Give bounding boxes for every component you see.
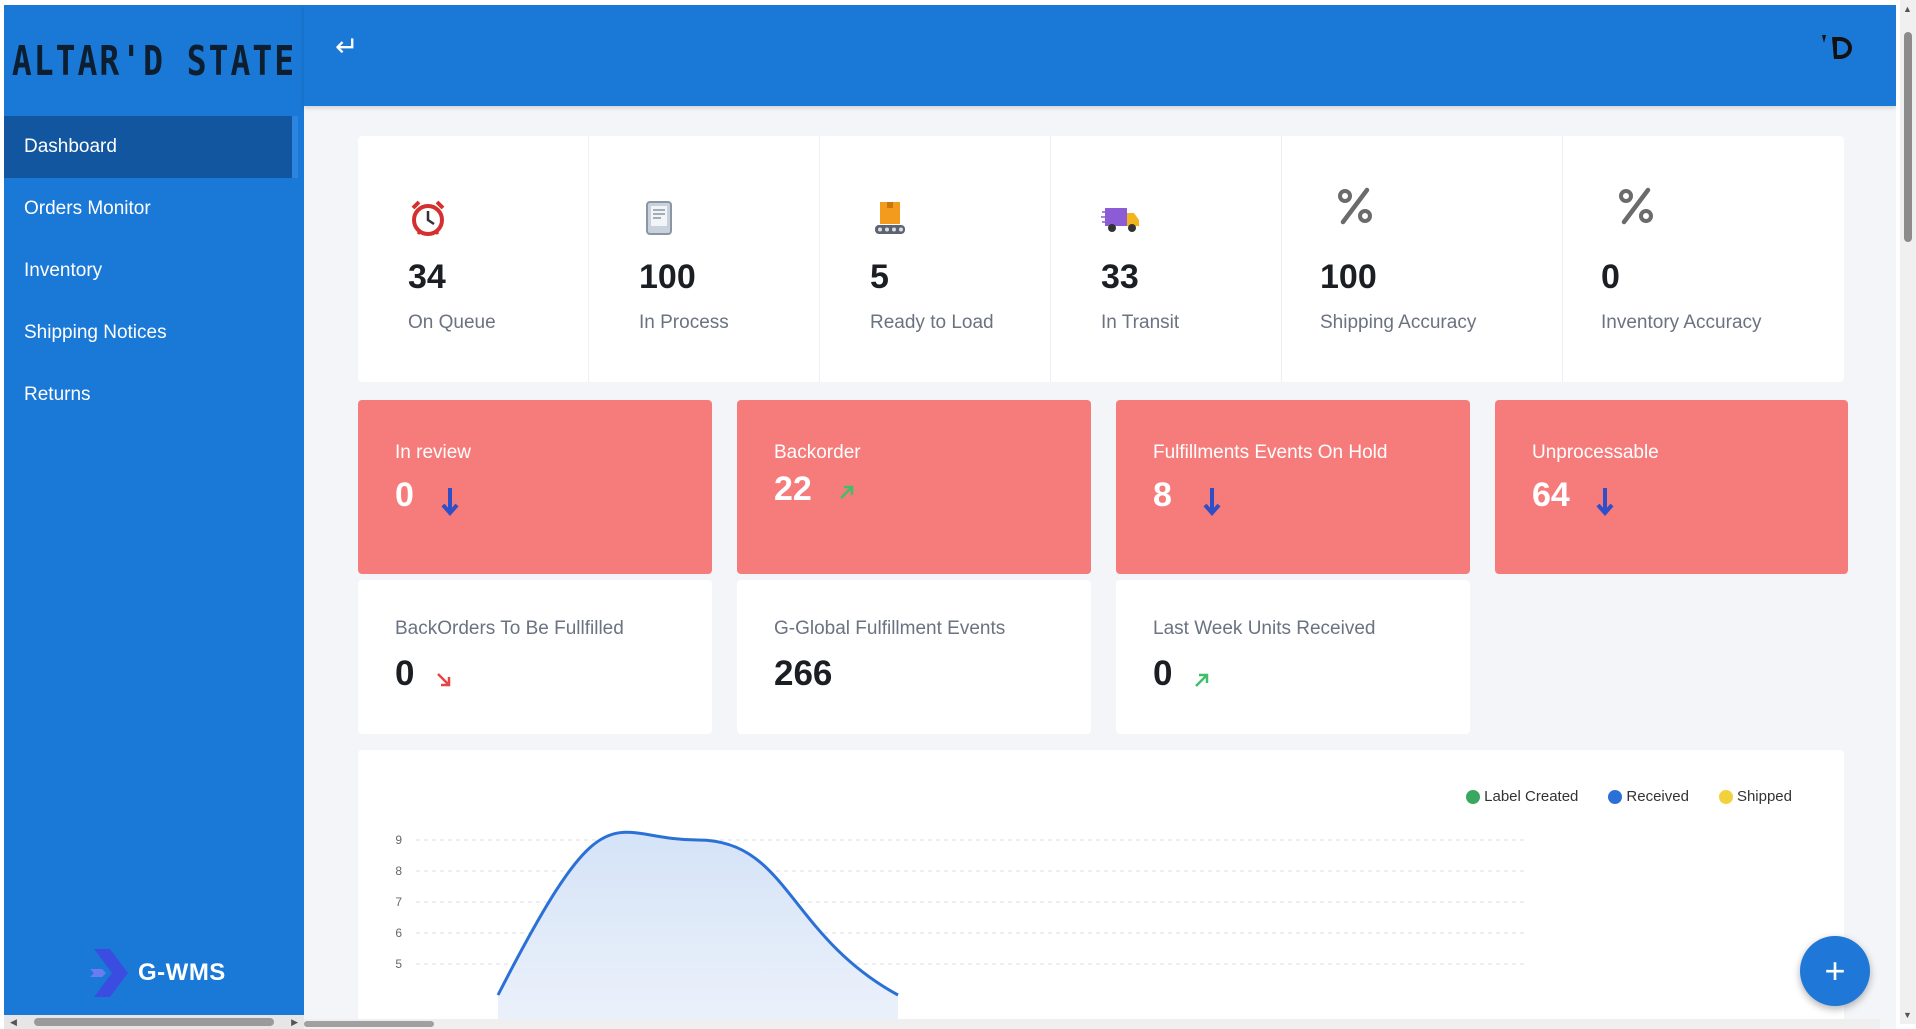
scroll-up-icon[interactable]: ▲ [1903,4,1912,14]
alert-card-fulfillments-on-hold[interactable]: Fulfillments Events On Hold 8 [1116,400,1470,574]
alert-card-title: Backorder [774,442,861,463]
stat-value: 100 [1320,258,1377,296]
percent-icon [1338,187,1372,225]
arrow-up-right-icon [840,485,854,499]
chart-y-tick-label: 6 [395,926,402,940]
sidebar-item-dashboard[interactable]: Dashboard [4,116,298,178]
arrow-down-icon [1596,488,1614,517]
info-card-backorders-to-fulfill[interactable]: BackOrders To Be Fullfilled 0 [358,580,712,734]
alert-card-value: 64 [1532,476,1570,514]
stat-on-queue[interactable]: 34 On Queue [358,136,589,382]
stat-value: 100 [639,258,696,296]
info-card-last-week-units-received[interactable]: Last Week Units Received 0 [1116,580,1470,734]
stat-label: Ready to Load [870,312,994,333]
alert-card-value: 8 [1153,476,1172,514]
info-card-value: 0 [1153,654,1173,693]
stat-ready-to-load[interactable]: 5 Ready to Load [820,136,1051,382]
info-card-global-fulfillment-events[interactable]: G-Global Fulfillment Events 266 [737,580,1091,734]
scroll-left-icon[interactable]: ◀ [10,1017,17,1028]
alert-card-value: 22 [774,470,812,508]
delivery-truck-icon [1101,208,1139,232]
stat-in-transit[interactable]: 33 In Transit [1051,136,1282,382]
gwms-brand-text: G-WMS [138,959,226,986]
sidebar-horizontal-scrollbar[interactable]: ◀ ▶ [4,1015,304,1029]
info-card-value: 266 [774,654,833,693]
sidebar-nav: Dashboard Orders Monitor Inventory Shipp… [4,116,304,426]
page-vertical-scrollbar[interactable]: ▲ ▼ [1900,0,1916,1024]
chart-y-tick-label: 8 [395,864,402,878]
sidebar-item-shipping-notices[interactable]: Shipping Notices [4,302,304,364]
brand-logo[interactable]: ALTAR'D STATE [4,5,304,115]
stat-value: 5 [870,258,889,296]
sidebar-item-orders-monitor[interactable]: Orders Monitor [4,178,304,240]
alert-card-title: In review [395,442,472,463]
plus-icon: + [1824,950,1846,991]
arrow-down-right-icon [437,673,451,687]
stat-shipping-accuracy[interactable]: 100 Shipping Accuracy [1282,136,1563,382]
arrow-up-right-icon [1195,673,1209,687]
add-fab-button[interactable]: + [1800,936,1870,1006]
stat-label: In Transit [1101,312,1180,333]
percent-icon [1619,187,1653,225]
info-card-title: BackOrders To Be Fullfilled [395,618,624,639]
stat-inventory-accuracy[interactable]: 0 Inventory Accuracy [1563,136,1844,382]
alert-card-title: Unprocessable [1532,442,1659,463]
gwms-chevron-icon [90,949,128,997]
sidebar-item-returns[interactable]: Returns [4,364,304,426]
document-tablet-icon [646,201,672,235]
stat-value: 0 [1601,258,1620,296]
scrollbar-thumb[interactable] [1904,32,1912,242]
sidebar-item-label: Orders Monitor [24,198,151,219]
stat-label: In Process [639,312,729,333]
alert-card-backorder[interactable]: Backorder 22 [737,400,1091,574]
top-bar: ↵ [304,5,1896,106]
stats-strip: 34 On Queue 100 In Process 5 Ready to Lo… [358,136,1844,382]
app-window: ALTAR'D STATE Dashboard Orders Monitor I… [4,5,1896,1029]
sidebar: ALTAR'D STATE Dashboard Orders Monitor I… [4,5,304,1029]
sidebar-item-label: Returns [24,384,91,405]
alert-card-title: Fulfillments Events On Hold [1153,442,1388,463]
chart-plot: 9 8 7 6 5 [395,830,1524,1029]
chart-y-tick-label: 9 [395,833,402,847]
scrollbar-thumb[interactable] [304,1021,434,1027]
shipments-chart-card: Label Created Received Shipped 98765 [358,750,1844,1029]
stat-label: On Queue [408,312,496,333]
alert-card-unprocessable[interactable]: Unprocessable 64 [1495,400,1848,574]
stat-label: Inventory Accuracy [1601,312,1762,333]
scroll-right-icon[interactable]: ▶ [291,1017,298,1028]
stat-value: 34 [408,258,446,296]
chart-y-tick-label: 7 [395,895,402,909]
page-horizontal-scrollbar[interactable] [304,1019,1880,1029]
conveyor-box-icon [875,202,905,234]
chart-y-tick-label: 5 [395,957,402,971]
alert-card-in-review[interactable]: In review 0 [358,400,712,574]
stat-label: Shipping Accuracy [1320,312,1477,333]
sidebar-item-label: Inventory [24,260,103,281]
sidebar-item-label: Shipping Notices [24,322,167,343]
arrow-down-icon [1203,488,1221,517]
gwms-brand: G-WMS [90,945,226,1001]
stat-value: 33 [1101,258,1139,296]
chart-area-received [498,832,898,1029]
info-card-value: 0 [395,654,415,693]
alarm-clock-icon [411,200,445,236]
sidebar-item-label: Dashboard [24,136,117,157]
return-arrow-icon[interactable]: ↵ [335,33,358,61]
scroll-down-icon[interactable]: ▼ [1903,1010,1912,1020]
altar-d-mark-icon[interactable] [1818,31,1858,65]
info-card-title: G-Global Fulfillment Events [774,618,1006,639]
scrollbar-thumb[interactable] [34,1018,274,1026]
stat-in-process[interactable]: 100 In Process [589,136,820,382]
brand-logo-text: ALTAR'D STATE [11,35,297,85]
alert-card-value: 0 [395,476,414,514]
sidebar-item-inventory[interactable]: Inventory [4,240,304,302]
info-card-title: Last Week Units Received [1153,618,1376,639]
arrow-down-icon [441,488,459,517]
